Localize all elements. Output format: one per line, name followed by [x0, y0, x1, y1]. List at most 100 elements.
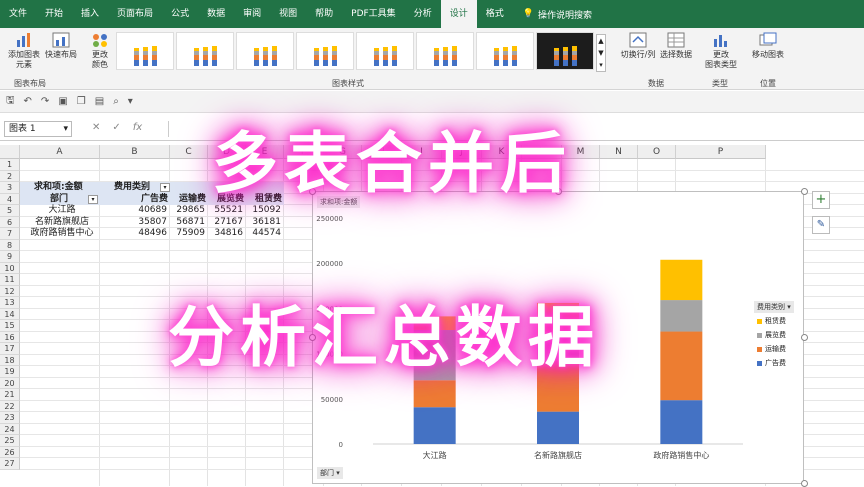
row-header[interactable]: 10	[0, 262, 20, 274]
row-header[interactable]: 23	[0, 412, 20, 424]
ribbon-tab-4[interactable]: 公式	[162, 0, 198, 28]
pivot-value-cell[interactable]: 75909	[172, 228, 205, 239]
select-data-button[interactable]: 选择数据	[658, 32, 694, 60]
row-header[interactable]: 24	[0, 423, 20, 435]
ribbon-tab-3[interactable]: 页面布局	[108, 0, 162, 28]
bar-segment[interactable]	[660, 331, 703, 401]
pivot-value-cell[interactable]: 15092	[248, 205, 281, 216]
chart-style-thumbnail[interactable]	[536, 32, 594, 70]
chart-style-thumbnail[interactable]	[356, 32, 414, 70]
switch-row-column-button[interactable]: 切换行/列	[618, 32, 658, 60]
row-header[interactable]: 4	[0, 193, 20, 205]
row-header[interactable]: 3	[0, 182, 20, 194]
print-preview-icon[interactable]: ⌕	[113, 96, 119, 107]
chart-style-thumbnail[interactable]	[116, 32, 174, 70]
pivot-value-cell[interactable]: 29865	[172, 205, 205, 216]
legend-field-button[interactable]: 费用类别 ▾	[754, 301, 794, 313]
row-header[interactable]: 26	[0, 446, 20, 458]
chart-elements-plus-icon[interactable]: +	[812, 191, 830, 209]
bar-segment[interactable]	[413, 407, 456, 444]
row-header[interactable]: 2	[0, 170, 20, 182]
paste-icon[interactable]: ▤	[95, 96, 104, 107]
pivot-row-field[interactable]: 部门	[50, 194, 90, 205]
redo-icon[interactable]: ↷	[41, 96, 49, 107]
pivot-value-cell[interactable]: 48496	[102, 228, 167, 239]
column-header[interactable]: N	[600, 145, 638, 159]
row-header[interactable]: 20	[0, 377, 20, 389]
chart-styles-brush-icon[interactable]: ✎	[812, 216, 830, 234]
legend-item[interactable]: 广告费	[757, 356, 786, 370]
row-header[interactable]: 19	[0, 366, 20, 378]
row-header[interactable]: 22	[0, 400, 20, 412]
tell-me-search[interactable]: 💡 操作说明搜索	[523, 8, 592, 21]
row-header[interactable]: 17	[0, 343, 20, 355]
ribbon-tab-0[interactable]: 文件	[0, 0, 36, 28]
chart-styles-gallery[interactable]	[116, 32, 594, 72]
row-header[interactable]: 5	[0, 205, 20, 217]
row-header[interactable]: 6	[0, 216, 20, 228]
pivot-row-label[interactable]: 大江路	[24, 205, 100, 216]
customize-toolbar-icon[interactable]: ▾	[128, 96, 133, 107]
move-chart-button[interactable]: 移动图表	[748, 32, 788, 60]
ribbon-tab-6[interactable]: 审阅	[234, 0, 270, 28]
pivot-column-header[interactable]: 运输费	[172, 194, 206, 205]
chart-style-thumbnail[interactable]	[176, 32, 234, 70]
column-header[interactable]: A	[20, 145, 100, 159]
pivot-row-label[interactable]: 名新路旗舰店	[24, 217, 100, 228]
resize-handle-tr[interactable]	[801, 188, 808, 195]
legend-item[interactable]: 展览费	[757, 328, 786, 342]
ribbon-tab-12[interactable]: 格式	[477, 0, 513, 28]
bar-segment[interactable]	[537, 411, 579, 444]
pivot-value-cell[interactable]: 55521	[210, 205, 243, 216]
row-header[interactable]: 13	[0, 297, 20, 309]
change-colors-button[interactable]: 更改 颜色	[86, 32, 114, 70]
row-header[interactable]: 18	[0, 354, 20, 366]
column-header[interactable]: C	[170, 145, 208, 159]
row-filter-dropdown-icon[interactable]: ▾	[88, 194, 98, 204]
ribbon-tab-8[interactable]: 帮助	[306, 0, 342, 28]
chart-style-thumbnail[interactable]	[236, 32, 294, 70]
row-header[interactable]: 12	[0, 285, 20, 297]
ribbon-tab-11[interactable]: 设计	[440, 0, 477, 28]
copy-icon[interactable]: ❐	[77, 96, 86, 107]
confirm-icon[interactable]: ✓	[112, 122, 120, 133]
quick-layout-button[interactable]: 快速布局	[44, 32, 78, 60]
row-header[interactable]: 16	[0, 331, 20, 343]
row-header[interactable]: 25	[0, 435, 20, 447]
bar-segment[interactable]	[660, 400, 703, 444]
fx-icon[interactable]: fx	[133, 122, 142, 133]
pivot-value-cell[interactable]: 40689	[102, 205, 167, 216]
pivot-value-cell[interactable]: 56871	[172, 217, 205, 228]
ribbon-tab-10[interactable]: 分析	[405, 0, 441, 28]
column-header[interactable]: B	[100, 145, 170, 159]
undo-icon[interactable]: ↶	[24, 96, 32, 107]
add-chart-element-button[interactable]: 添加图表 元素	[4, 32, 44, 70]
pivot-value-cell[interactable]: 35807	[102, 217, 167, 228]
row-header[interactable]: 8	[0, 239, 20, 251]
ribbon-tab-2[interactable]: 插入	[72, 0, 108, 28]
column-filter-dropdown-icon[interactable]: ▾	[160, 183, 170, 192]
ribbon-tab-1[interactable]: 开始	[36, 0, 72, 28]
save-icon[interactable]: 🖫	[6, 93, 15, 110]
pivot-column-header[interactable]: 广告费	[102, 194, 168, 205]
chart-style-thumbnail[interactable]	[296, 32, 354, 70]
format-painter-icon[interactable]: ▣	[58, 96, 67, 107]
name-box[interactable]: 图表 1 ▾	[4, 121, 72, 137]
pivot-value-cell[interactable]: 44574	[248, 228, 281, 239]
bar-segment[interactable]	[413, 380, 456, 408]
chart-style-thumbnail[interactable]	[476, 32, 534, 70]
cancel-icon[interactable]: ✕	[92, 122, 100, 133]
row-header[interactable]: 9	[0, 251, 20, 263]
chart-style-thumbnail[interactable]	[416, 32, 474, 70]
ribbon-tab-5[interactable]: 数据	[198, 0, 234, 28]
row-header[interactable]: 7	[0, 228, 20, 240]
resize-handle-mr[interactable]	[801, 334, 808, 341]
pivot-value-label[interactable]: 求和项:金额	[34, 182, 110, 193]
pivot-value-cell[interactable]: 27167	[210, 217, 243, 228]
change-chart-type-button[interactable]: 更改 图表类型	[702, 32, 740, 70]
row-header[interactable]: 21	[0, 389, 20, 401]
pivot-value-cell[interactable]: 36181	[248, 217, 281, 228]
axis-field-button[interactable]: 部门 ▾	[317, 467, 343, 479]
gallery-scroll-button[interactable]: ▲ ▼ ▾	[596, 34, 606, 72]
legend-item[interactable]: 租赁费	[757, 314, 786, 328]
